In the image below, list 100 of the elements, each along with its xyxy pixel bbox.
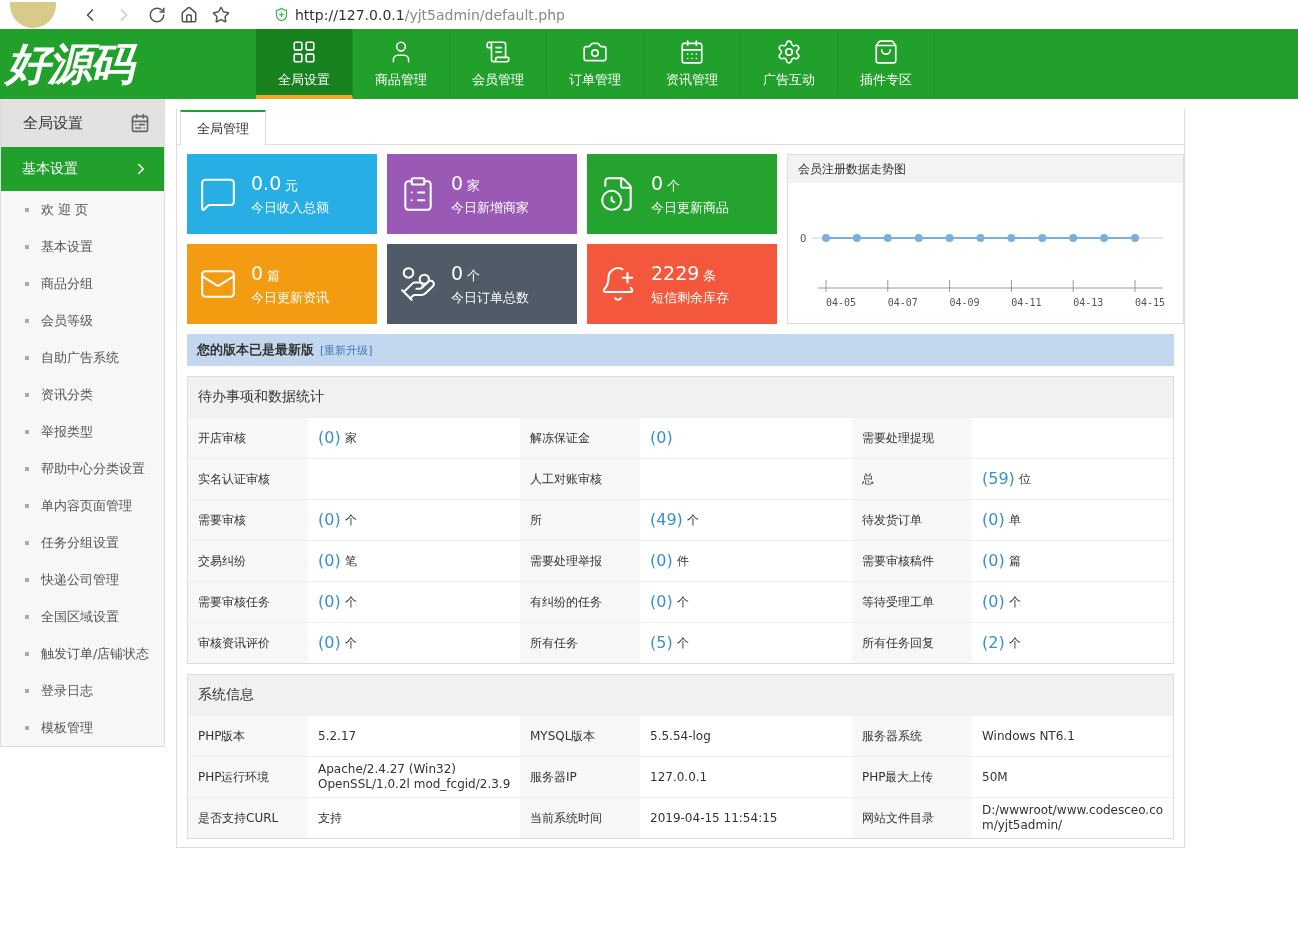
bullet-icon bbox=[25, 355, 29, 360]
unit-text: 个 bbox=[1008, 635, 1021, 651]
info-value: 支持 bbox=[318, 810, 342, 826]
sidebar-item[interactable]: 资讯分类 bbox=[41, 385, 93, 404]
info-label: PHP运行环境 bbox=[198, 768, 270, 786]
bullet-icon bbox=[25, 318, 29, 323]
y-axis-label: 0 bbox=[800, 233, 807, 244]
sidebar-item[interactable]: 基本设置 bbox=[41, 237, 93, 256]
unit-text: 个 bbox=[686, 512, 699, 528]
count-link[interactable]: (0) bbox=[650, 428, 673, 448]
version-text: 您的版本已是最新版 bbox=[197, 341, 314, 359]
count-link[interactable]: (0) bbox=[982, 510, 1005, 530]
stat-label: 今日收入总额 bbox=[251, 198, 329, 217]
address-bar[interactable]: http://127.0.0.1/yjt5admin/default.php bbox=[295, 6, 565, 23]
sidebar-item[interactable]: 触发订单/店铺状态 bbox=[41, 644, 150, 663]
x-axis-label: 04-15 bbox=[1134, 297, 1166, 308]
count-link[interactable]: (0) bbox=[982, 592, 1005, 612]
nav-tab[interactable]: 全局设置 bbox=[256, 29, 353, 99]
sidebar-item[interactable]: 自助广告系统 bbox=[41, 348, 119, 367]
sidebar-item[interactable]: 登录日志 bbox=[41, 681, 93, 700]
count-link[interactable]: (0) bbox=[318, 428, 341, 448]
x-axis-label: 04-09 bbox=[949, 297, 980, 308]
info-value: Windows NT6.1 bbox=[982, 728, 1075, 744]
bag-icon bbox=[873, 39, 899, 65]
nav-tab[interactable]: 会员管理 bbox=[450, 29, 547, 99]
bullet-icon bbox=[25, 466, 29, 471]
sidebar-item[interactable]: 任务分组设置 bbox=[41, 533, 119, 552]
unit-text: 单 bbox=[1008, 512, 1021, 528]
info-value: 5.5.54-log bbox=[650, 728, 711, 744]
sidebar-item[interactable]: 单内容页面管理 bbox=[41, 496, 132, 515]
sidebar-item[interactable]: 模板管理 bbox=[41, 718, 93, 737]
upgrade-link[interactable]: [重新升级] bbox=[320, 342, 373, 358]
count-link[interactable]: (0) bbox=[650, 551, 673, 571]
sidebar-title: 全局设置 bbox=[23, 113, 83, 133]
info-label: 当前系统时间 bbox=[530, 809, 602, 827]
bullet-icon bbox=[25, 244, 29, 249]
calendar-icon[interactable] bbox=[130, 113, 150, 133]
stat-label: 交易纠纷 bbox=[198, 552, 246, 570]
nav-tab[interactable]: 订单管理 bbox=[547, 29, 644, 99]
info-value: Apache/2.4.27 (Win32) OpenSSL/1.0.2l mod_fcgid/2.3.9 bbox=[318, 762, 512, 792]
stat-label: 所 bbox=[530, 511, 542, 529]
bullet-icon bbox=[25, 207, 29, 212]
count-link[interactable]: (0) bbox=[650, 592, 673, 612]
stat-label: 今日更新商品 bbox=[651, 198, 729, 217]
unit-text: 个 bbox=[344, 594, 357, 610]
bullet-icon bbox=[25, 725, 29, 730]
bullet-icon bbox=[25, 614, 29, 619]
stat-label: 人工对账审核 bbox=[530, 470, 602, 488]
info-label: 是否支持CURL bbox=[198, 809, 279, 827]
stat-label: 需要审核任务 bbox=[198, 593, 270, 611]
panel-title: 系统信息 bbox=[198, 686, 254, 704]
nav-tab[interactable]: 资讯管理 bbox=[644, 29, 741, 99]
sidebar-item[interactable]: 帮助中心分类设置 bbox=[41, 459, 145, 478]
stat-label: 短信剩余库存 bbox=[651, 288, 729, 307]
unit-text: 个 bbox=[1008, 594, 1021, 610]
nav-tab[interactable]: 插件专区 bbox=[838, 29, 935, 99]
count-link[interactable]: (2) bbox=[982, 633, 1005, 653]
count-link[interactable]: (0) bbox=[982, 551, 1005, 571]
home-icon[interactable] bbox=[180, 5, 198, 24]
x-axis-label: 04-13 bbox=[1073, 297, 1104, 308]
count-link[interactable]: (59) bbox=[982, 469, 1015, 489]
nav-tab[interactable]: 商品管理 bbox=[353, 29, 450, 99]
x-axis-label: 04-05 bbox=[825, 297, 857, 308]
bullet-icon bbox=[25, 429, 29, 434]
sidebar-item[interactable]: 举报类型 bbox=[41, 422, 93, 441]
stat-label: 今日订单总数 bbox=[451, 288, 529, 307]
sidebar-item[interactable]: 快递公司管理 bbox=[41, 570, 119, 589]
star-icon[interactable] bbox=[212, 5, 230, 24]
count-link[interactable]: (49) bbox=[650, 510, 683, 530]
count-link[interactable]: (0) bbox=[318, 592, 341, 612]
unit-text: 位 bbox=[1018, 471, 1031, 487]
count-link[interactable]: (0) bbox=[318, 510, 341, 530]
bullet-icon bbox=[25, 392, 29, 397]
sidebar-item[interactable]: 会员等级 bbox=[41, 311, 93, 330]
bullet-icon bbox=[25, 577, 29, 582]
stat-label: 开店审核 bbox=[198, 429, 246, 447]
tab[interactable]: 全局管理 bbox=[180, 110, 266, 145]
info-label: 服务器IP bbox=[530, 768, 577, 786]
stat-value: 2229 条 bbox=[651, 261, 718, 285]
stat-label: 需要处理举报 bbox=[530, 552, 602, 570]
stat-label: 需要审核 bbox=[198, 511, 246, 529]
info-value: 50M bbox=[982, 769, 1008, 785]
stat-label: 需要处理提现 bbox=[862, 429, 934, 447]
sidebar-item[interactable]: 全国区域设置 bbox=[41, 607, 119, 626]
info-value: D:/wwwroot/www.codesceo.com/yjt5admin/ bbox=[982, 803, 1165, 833]
count-link[interactable]: (0) bbox=[318, 633, 341, 653]
nav-tab[interactable]: 广告互动 bbox=[741, 29, 838, 99]
unit-text: 篇 bbox=[1008, 553, 1021, 569]
unit-text: 笔 bbox=[344, 553, 357, 569]
sidebar-section[interactable]: 基本设置 bbox=[1, 147, 164, 191]
count-link[interactable]: (5) bbox=[650, 633, 673, 653]
sidebar-item[interactable]: 欢 迎 页 bbox=[41, 200, 89, 219]
unit-text: 个 bbox=[344, 635, 357, 651]
unit-text: 个 bbox=[676, 635, 689, 651]
sidebar-item[interactable]: 商品分组 bbox=[41, 274, 93, 293]
count-link[interactable]: (0) bbox=[318, 551, 341, 571]
grid-icon bbox=[291, 39, 317, 65]
info-label: 服务器系统 bbox=[862, 727, 922, 745]
stat-label: 审核资讯评价 bbox=[198, 634, 270, 652]
reload-icon[interactable] bbox=[148, 5, 166, 24]
